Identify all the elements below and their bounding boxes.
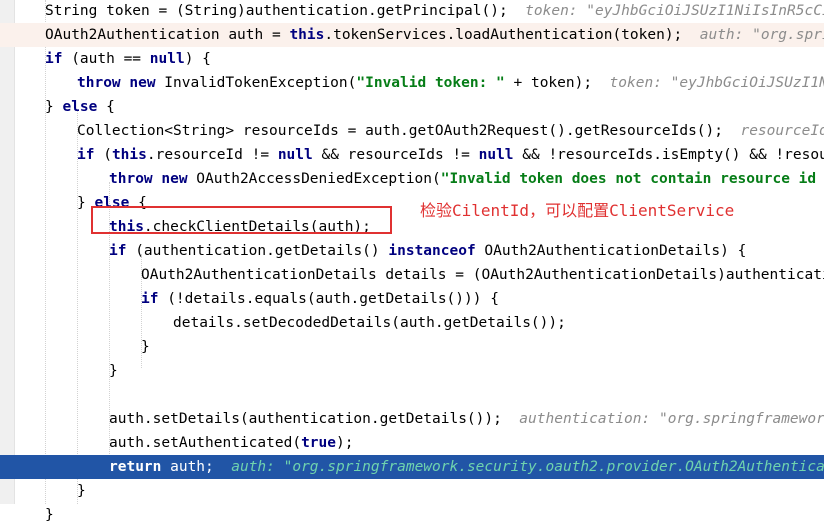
current-execution-line[interactable]: return auth; auth: "org.springframework.… [0,455,824,479]
inline-debug-value: authentication: "org.springframework.sec… [519,411,824,427]
code-line[interactable]: details.setDecodedDetails(auth.getDetail… [0,311,824,335]
code-token: ) { [184,51,211,67]
inline-debug-value: resourceIds: size [740,123,824,139]
code-token: if [141,291,159,307]
code-token: auth.setDetails(authentication.getDetail… [109,411,502,427]
code-token: Collection<String> resourceIds = auth.ge… [77,123,724,139]
code-token: ); [335,435,354,451]
code-line-content: if (authentication.getDetails() instance… [109,239,746,263]
code-token: "Invalid token does not contain resource… [440,171,824,187]
code-token: && resourceIds != [312,147,479,163]
code-line[interactable]: throw new InvalidTokenException("Invalid… [0,71,824,95]
code-token: { [97,99,115,115]
code-token: OAuth2AccessDeniedException( [187,171,441,187]
code-token: InvalidTokenException( [155,75,357,91]
code-line[interactable]: Collection<String> resourceIds = auth.ge… [0,119,824,143]
code-token: this [111,147,147,163]
code-token: "Invalid token: " [356,75,505,91]
code-token: (!details.equals(auth.getDetails())) { [158,291,499,307]
code-token: + token); [504,75,593,91]
code-token: this [289,27,325,43]
code-line-content: } [77,479,86,503]
code-token: if [45,51,63,67]
code-line-content: String token = (String)authentication.ge… [45,0,824,23]
code-token: if [109,243,127,259]
code-token: throw new [77,75,156,91]
inline-debug-value: token: "eyJhbGciOiJSUzI1NiIsInR5cCI6IkpX… [525,3,824,19]
code-token: .tokenServices.loadAuthentication(token)… [324,27,683,43]
code-token: null [149,51,185,67]
code-line-content: return auth; auth: "org.springframework.… [109,455,824,479]
code-line[interactable]: } [0,503,824,527]
code-line-content: details.setDecodedDetails(auth.getDetail… [173,311,566,335]
code-line[interactable]: } [0,479,824,503]
code-token: } [77,483,86,499]
code-line[interactable]: if (this.resourceId != null && resourceI… [0,143,824,167]
code-line[interactable]: auth.setAuthenticated(true); [0,431,824,455]
code-token: throw new [109,171,188,187]
code-line-content: auth.setAuthenticated(true); [109,431,353,455]
code-token: if [77,147,95,163]
code-line-content: auth.setDetails(authentication.getDetail… [109,407,824,431]
code-line-content: } [45,503,54,527]
code-token: auth.setAuthenticated( [109,435,302,451]
code-token: true [301,435,336,451]
code-line-content: } [141,335,150,359]
code-line-content: if (!details.equals(auth.getDetails())) … [141,287,499,311]
inline-debug-value: auth: "org.springframework [699,27,824,43]
inline-debug-value: auth: "org.springframework.security.oaut… [213,459,824,475]
code-line-content: Collection<String> resourceIds = auth.ge… [77,119,824,143]
code-line[interactable]: if (auth == null) { [0,47,824,71]
annotation-note: 检验CilentId，可以配置ClientService [420,201,735,220]
code-line-content: throw new InvalidTokenException("Invalid… [77,71,824,95]
code-line[interactable]: OAuth2Authentication auth = this.tokenSe… [0,23,824,47]
code-token: auth; [161,459,214,475]
code-line-content: OAuth2AuthenticationDetails details = (O… [141,263,824,287]
code-token: (authentication.getDetails() [126,243,389,259]
code-token: OAuth2AuthenticationDetails details = (O… [141,267,824,283]
code-token: null [277,147,313,163]
code-token: OAuth2AuthenticationDetails) { [475,243,747,259]
code-line[interactable]: OAuth2AuthenticationDetails details = (O… [0,263,824,287]
code-line[interactable]: auth.setDetails(authentication.getDetail… [0,407,824,431]
code-token: } [109,363,118,379]
code-token: } [45,99,63,115]
code-line-content: if (auth == null) { [45,47,211,71]
code-line-content: } else { [45,95,115,119]
code-token: return [109,459,162,475]
code-line[interactable]: } else { [0,95,824,119]
code-token: else [62,99,98,115]
code-token: instanceof [388,243,476,259]
code-token: OAuth2Authentication auth = [45,27,290,43]
code-token: null [478,147,514,163]
code-line[interactable]: if (!details.equals(auth.getDetails())) … [0,287,824,311]
code-token: (auth == [62,51,150,67]
code-line[interactable]: String token = (String)authentication.ge… [0,0,824,23]
annotation-highlight-box [91,206,392,234]
code-token: && !resourceIds.isEmpty() && !resourceId… [522,147,824,163]
code-line[interactable]: if (authentication.getDetails() instance… [0,239,824,263]
code-line[interactable] [0,383,824,407]
code-line[interactable]: } [0,335,824,359]
code-line[interactable]: throw new OAuth2AccessDeniedException("I… [0,167,824,191]
code-line-content: } [109,359,118,383]
code-line[interactable]: } [0,359,824,383]
code-token: String token = (String)authentication.ge… [45,3,508,19]
code-token: .resourceId != [146,147,278,163]
code-line-content: OAuth2Authentication auth = this.tokenSe… [45,23,824,47]
code-token: details.setDecodedDetails(auth.getDetail… [173,315,566,331]
inline-debug-value: token: "eyJhbGciOiJSUzI1NiIsInR [609,75,824,91]
code-token: ( [94,147,112,163]
code-token: } [45,507,54,523]
code-line-content: if (this.resourceId != null && resourceI… [77,143,824,167]
code-line-content: throw new OAuth2AccessDeniedException("I… [109,167,824,191]
code-token: } [141,339,150,355]
